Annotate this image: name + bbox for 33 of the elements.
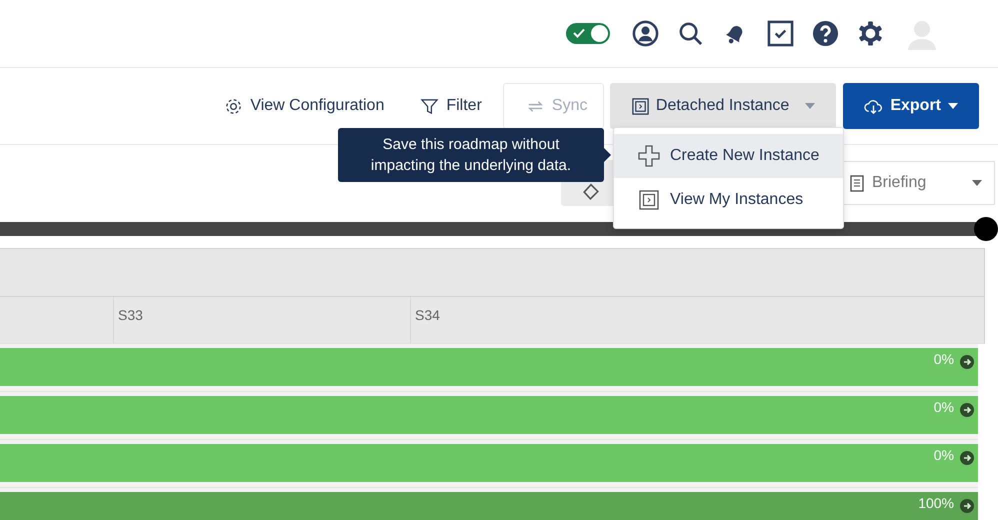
floppy-icon [638,189,660,211]
arrow-right-icon[interactable] [960,499,974,513]
filter-icon [420,96,440,116]
toolbar-button[interactable]: Export [843,83,979,129]
arrow-right-icon[interactable] [960,403,974,417]
toggle-switch[interactable] [566,23,610,44]
plus-icon [638,145,660,167]
arrow-right-icon[interactable] [960,451,974,465]
progress-label: 0% [934,447,954,463]
user-circle-icon[interactable] [632,20,659,47]
toolbar-button[interactable]: View Configuration [209,83,400,129]
clipboard-icon [850,174,864,192]
handle-dot[interactable] [974,217,998,241]
progress-label: 0% [934,399,954,415]
floppy-icon [630,96,650,116]
checkbox-icon[interactable] [767,20,794,47]
timeline-header-cell: S33 [113,297,410,343]
search-icon[interactable] [677,20,704,47]
help-icon[interactable] [812,20,839,47]
check-icon [573,28,585,38]
instance-dropdown[interactable]: Detached Instance [610,83,836,129]
toolbar-button[interactable]: Filter [405,83,497,129]
menu-item[interactable]: Create New Instance [614,134,843,178]
tooltip: Save this roadmap without impacting the underlying data. [338,128,604,182]
caret-icon [805,103,816,109]
caret-icon [972,180,982,186]
timeline-header-cell: S34 [410,297,984,343]
progress-label: 0% [934,351,954,367]
tooltip-pointer [604,148,611,162]
arrow-right-icon[interactable] [960,355,974,369]
settings-icon[interactable] [857,20,884,47]
caret-icon [948,103,958,109]
progress-label: 100% [918,495,954,511]
